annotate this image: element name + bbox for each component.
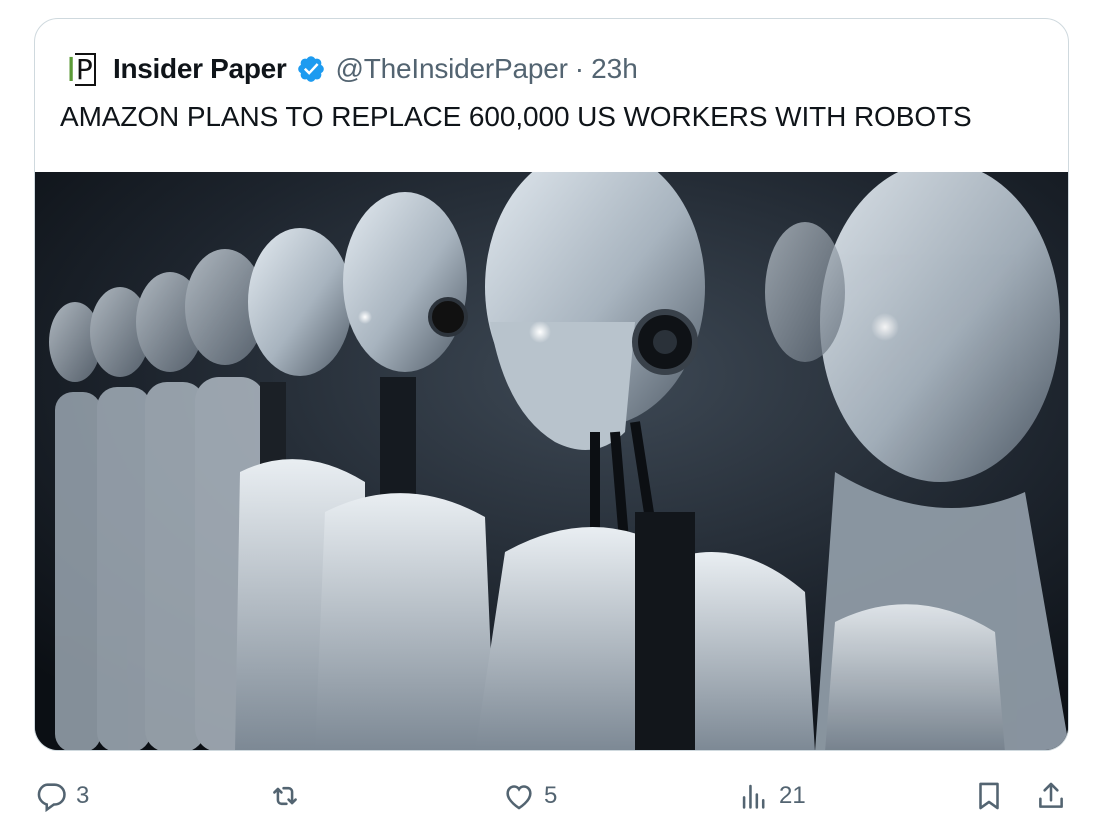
like-button[interactable]: 5 — [502, 776, 557, 816]
separator-dot: · — [574, 53, 585, 84]
reply-icon — [37, 783, 66, 813]
share-button[interactable] — [1034, 776, 1068, 816]
timestamp[interactable]: 23h — [591, 53, 638, 85]
quoted-tweet-header: IP Insider Paper @TheInsiderPaper · 23h — [61, 49, 638, 89]
reply-count: 3 — [76, 782, 90, 809]
verified-badge-icon — [297, 56, 324, 82]
tweet-action-bar: 3 5 21 — [0, 770, 1118, 826]
robots-photo-icon — [35, 172, 1068, 750]
bookmark-button[interactable] — [972, 776, 1006, 816]
logo-letter-p: P — [74, 52, 96, 86]
author-handle[interactable]: @TheInsiderPaper — [336, 53, 568, 85]
views-count: 21 — [779, 782, 806, 809]
reply-button[interactable]: 3 — [34, 776, 89, 816]
author-name[interactable]: Insider Paper — [113, 53, 287, 85]
bookmark-icon — [979, 782, 999, 810]
share-icon — [1039, 782, 1063, 808]
retweet-button[interactable] — [268, 776, 310, 816]
tweet-image[interactable] — [35, 172, 1068, 750]
views-icon — [742, 784, 765, 809]
like-count: 5 — [544, 782, 558, 809]
author-avatar[interactable]: IP — [61, 49, 101, 89]
views-button[interactable]: 21 — [737, 776, 806, 816]
heart-icon — [506, 785, 532, 810]
quoted-tweet-card[interactable]: IP Insider Paper @TheInsiderPaper · 23h … — [34, 18, 1069, 751]
retweet-icon — [273, 786, 297, 806]
logo-letter-i: I — [66, 49, 76, 89]
quoted-tweet-text: AMAZON PLANS TO REPLACE 600,000 US WORKE… — [60, 101, 972, 132]
